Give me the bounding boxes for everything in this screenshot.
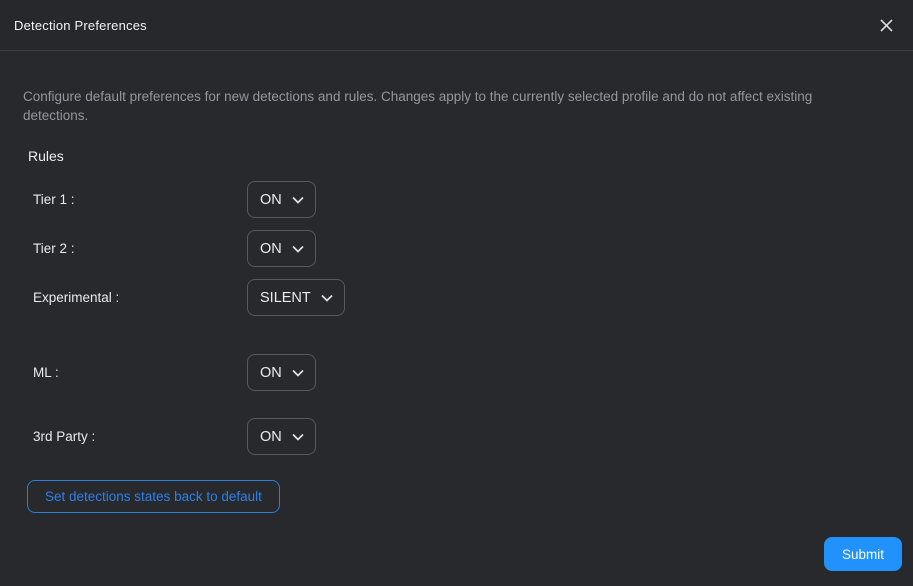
ml-dropdown-value: ON: [260, 364, 282, 381]
dialog-header: Detection Preferences: [0, 0, 913, 51]
dialog-description: Configure default preferences for new de…: [23, 89, 813, 123]
rule-row-ml: ML : ON: [33, 354, 913, 391]
rule-label-3rd-party: 3rd Party :: [33, 429, 96, 444]
chevron-down-icon: [321, 294, 333, 302]
ml-dropdown[interactable]: ON: [247, 354, 316, 391]
third-party-dropdown[interactable]: ON: [247, 418, 316, 455]
reset-defaults-button[interactable]: Set detections states back to default: [27, 480, 280, 513]
close-button[interactable]: [874, 13, 898, 37]
submit-button[interactable]: Submit: [823, 537, 902, 571]
rules-rows: Tier 1 : ON Tier 2 : ON Experimental: S…: [33, 181, 913, 455]
chevron-down-icon: [292, 196, 304, 204]
rule-row-3rd-party: 3rd Party : ON: [33, 418, 913, 455]
rule-label-tier2: Tier 2 :: [33, 241, 75, 256]
rule-label-tier1: Tier 1 :: [33, 192, 75, 207]
tier1-dropdown-value: ON: [260, 191, 282, 208]
tier2-dropdown[interactable]: ON: [247, 230, 316, 267]
experimental-dropdown-value: SILENT: [260, 289, 311, 306]
chevron-down-icon: [292, 369, 304, 377]
rule-label-ml: ML :: [33, 365, 59, 380]
rules-section-title: Rules: [28, 148, 64, 164]
chevron-down-icon: [292, 433, 304, 441]
chevron-down-icon: [292, 245, 304, 253]
close-icon: [879, 18, 894, 33]
tier1-dropdown[interactable]: ON: [247, 181, 316, 218]
dialog-title: Detection Preferences: [14, 17, 147, 33]
third-party-dropdown-value: ON: [260, 428, 282, 445]
tier2-dropdown-value: ON: [260, 240, 282, 257]
dialog-body: Configure default preferences for new de…: [0, 51, 913, 586]
rule-label-experimental: Experimental :: [33, 290, 120, 305]
rule-row-tier1: Tier 1 : ON: [33, 181, 913, 218]
experimental-dropdown[interactable]: SILENT: [247, 279, 345, 316]
rule-row-experimental: Experimental : SILENT: [33, 279, 913, 316]
detection-preferences-dialog: Detection Preferences Configure default …: [0, 0, 913, 586]
rule-row-tier2: Tier 2 : ON: [33, 230, 913, 267]
